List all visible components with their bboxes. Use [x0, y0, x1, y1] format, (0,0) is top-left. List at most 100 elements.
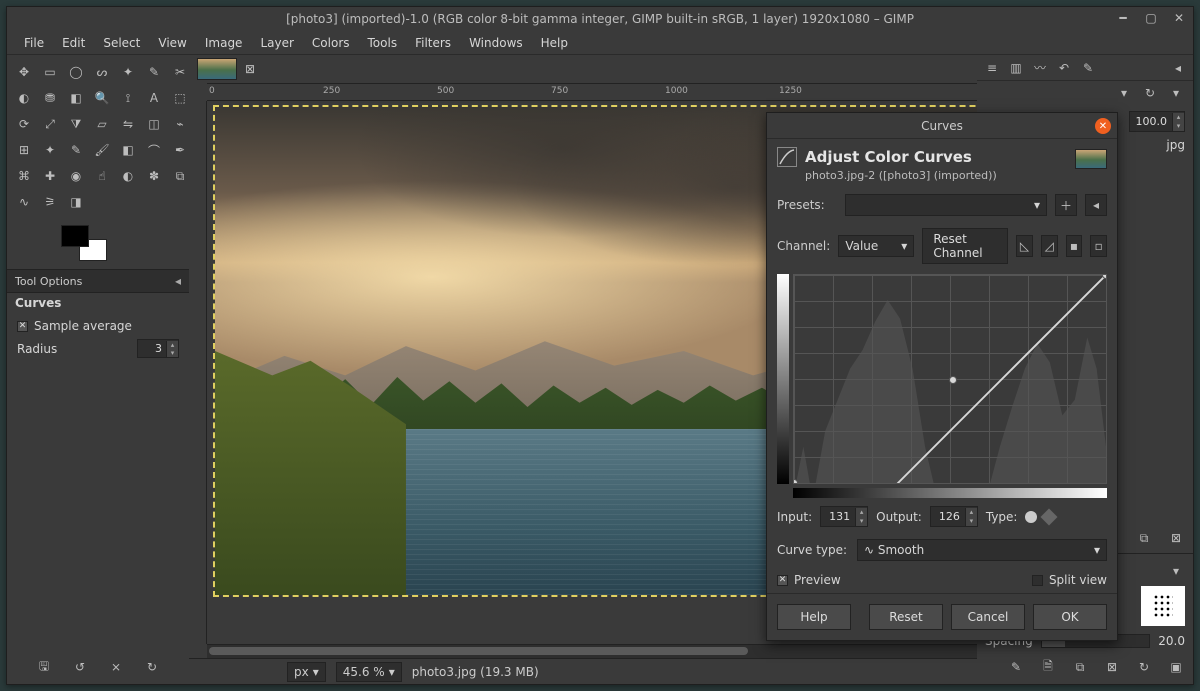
menu-filters[interactable]: Filters	[406, 33, 460, 53]
split-view-checkbox[interactable]	[1032, 575, 1043, 586]
image-tab-thumb[interactable]	[197, 58, 237, 80]
window-maximize-button[interactable]: ▢	[1143, 10, 1159, 26]
pencil-tool[interactable]: ✎	[65, 139, 87, 161]
menu-windows[interactable]: Windows	[460, 33, 532, 53]
preset-menu-button[interactable]: ◂	[1085, 194, 1107, 216]
cancel-button[interactable]: Cancel	[951, 604, 1025, 630]
perspective-tool[interactable]: ▱	[91, 113, 113, 135]
menubar[interactable]: File Edit Select View Image Layer Colors…	[7, 31, 1193, 55]
spin-down[interactable]: ▾	[855, 517, 867, 526]
right-tab-chevron[interactable]: ▾	[1115, 84, 1133, 102]
spin-up[interactable]: ▴	[965, 508, 977, 517]
unit-combo[interactable]: px ▾	[287, 662, 326, 682]
scale-tool[interactable]: ⤢	[39, 113, 61, 135]
help-button[interactable]: Help	[777, 604, 851, 630]
undo-strip-icon[interactable]: ↶	[1055, 59, 1073, 77]
dock-menu-icon[interactable]: ◂	[1169, 59, 1187, 77]
bucket-tool[interactable]: ⛃	[39, 87, 61, 109]
tool-options-tab[interactable]: Tool Options	[15, 275, 82, 288]
brush-tab-chevron[interactable]: ▾	[1167, 562, 1185, 580]
menu-tools[interactable]: Tools	[359, 33, 407, 53]
point-type-smooth[interactable]	[1025, 511, 1037, 523]
spin-down[interactable]: ▾	[965, 517, 977, 526]
scrollbar-horizontal[interactable]	[207, 644, 977, 658]
window-close-button[interactable]: ✕	[1171, 10, 1187, 26]
ok-button[interactable]: OK	[1033, 604, 1107, 630]
brush-refresh-icon[interactable]: ↻	[1135, 658, 1153, 676]
rotate-tool[interactable]: ⟳	[13, 113, 35, 135]
window-minimize-button[interactable]: ━	[1115, 10, 1131, 26]
eraser-tool[interactable]: ◧	[117, 139, 139, 161]
picker-black-icon[interactable]: ▪	[1066, 235, 1083, 257]
layers-strip-icon[interactable]: ≡	[983, 59, 1001, 77]
ellipse-select-tool[interactable]: ◯	[65, 61, 87, 83]
brush-new-icon[interactable]: 🗎	[1039, 658, 1057, 676]
menu-edit[interactable]: Edit	[53, 33, 94, 53]
channels-strip-icon[interactable]: ▥	[1007, 59, 1025, 77]
add-preset-button[interactable]: ＋	[1055, 194, 1077, 216]
clone-tool[interactable]: ⌘	[13, 165, 35, 187]
spin-down[interactable]: ▾	[1172, 122, 1184, 131]
scissors-tool[interactable]: ✂	[169, 61, 191, 83]
radius-spin-down[interactable]: ▾	[166, 349, 178, 357]
fg-color-swatch[interactable]	[61, 225, 89, 247]
zoom-tool[interactable]: 🔍	[91, 87, 113, 109]
sample-average-checkbox[interactable]: ✕	[17, 321, 28, 332]
spin-up[interactable]: ▴	[1172, 113, 1184, 122]
scrollbar-thumb[interactable]	[209, 647, 748, 655]
opacity-field[interactable]: ▴▾	[1129, 111, 1185, 132]
airbrush-tool[interactable]: ⌒	[143, 139, 165, 161]
reset-right-icon[interactable]: ↻	[1141, 84, 1159, 102]
menu-image[interactable]: Image	[196, 33, 252, 53]
right-tab-chevron2[interactable]: ▾	[1167, 84, 1185, 102]
output-field[interactable]: ▴▾	[930, 506, 978, 527]
handle-tool[interactable]: ✦	[39, 139, 61, 161]
curves-tool[interactable]: ∿	[13, 191, 35, 213]
ink-tool[interactable]: ✒	[169, 139, 191, 161]
paths-strip-icon[interactable]: 〰	[1031, 59, 1049, 77]
threshold-tool[interactable]: ◨	[65, 191, 87, 213]
spin-up[interactable]: ▴	[855, 508, 867, 517]
point-type-corner[interactable]	[1041, 508, 1058, 525]
paintbrush-tool[interactable]: 🖌	[91, 139, 113, 161]
file-ext-tab[interactable]: jpg	[1166, 138, 1185, 152]
delete-preset-icon[interactable]: ⨯	[107, 658, 125, 676]
brush-delete-icon[interactable]: ⊠	[1103, 658, 1121, 676]
blur-tool[interactable]: ◉	[65, 165, 87, 187]
menu-select[interactable]: Select	[94, 33, 149, 53]
linear-hist-button[interactable]: ◺	[1016, 235, 1033, 257]
curve-handle-start[interactable]	[793, 479, 798, 484]
channel-combo[interactable]: Value▾	[838, 235, 914, 257]
smudge-tool[interactable]: ☝	[91, 165, 113, 187]
input-value[interactable]	[821, 507, 855, 526]
presets-combo[interactable]: ▾	[845, 194, 1047, 216]
save-preset-icon[interactable]: 🖫	[35, 658, 53, 676]
curves-titlebar[interactable]: Curves ✕	[767, 113, 1117, 139]
move-tool[interactable]: ✥	[13, 61, 35, 83]
menu-layer[interactable]: Layer	[251, 33, 302, 53]
radius-spin-up[interactable]: ▴	[166, 341, 178, 349]
layer-duplicate-icon[interactable]: ⧉	[1135, 529, 1153, 547]
color-picker-tool[interactable]: ◐	[13, 87, 35, 109]
picker-white-icon[interactable]: ▫	[1090, 235, 1107, 257]
radius-input[interactable]	[138, 340, 166, 357]
curves-close-button[interactable]: ✕	[1095, 118, 1111, 134]
zoom-combo[interactable]: 45.6 % ▾	[336, 662, 402, 682]
curve-handle-end[interactable]	[1102, 274, 1107, 279]
restore-icon[interactable]: ↻	[143, 658, 161, 676]
unified-transform-tool[interactable]: ⊞	[13, 139, 35, 161]
reset-icon[interactable]: ↺	[71, 658, 89, 676]
fuzzy-select-tool[interactable]: ✦	[117, 61, 139, 83]
menu-colors[interactable]: Colors	[303, 33, 359, 53]
layer-delete-icon[interactable]: ⊠	[1167, 529, 1185, 547]
rect-select-tool[interactable]: ▭	[39, 61, 61, 83]
cage-tool[interactable]: ◫	[143, 113, 165, 135]
flip-tool[interactable]: ⇋	[117, 113, 139, 135]
reset-button[interactable]: Reset	[869, 604, 943, 630]
curve-type-combo[interactable]: ∿ Smooth ▾	[857, 539, 1107, 561]
mypaint-tool[interactable]: ✽	[143, 165, 165, 187]
reset-channel-button[interactable]: Reset Channel	[922, 228, 1008, 264]
shear-tool[interactable]: ⧩	[65, 113, 87, 135]
curve-editor[interactable]	[793, 274, 1107, 484]
ruler-vertical[interactable]	[189, 101, 207, 644]
